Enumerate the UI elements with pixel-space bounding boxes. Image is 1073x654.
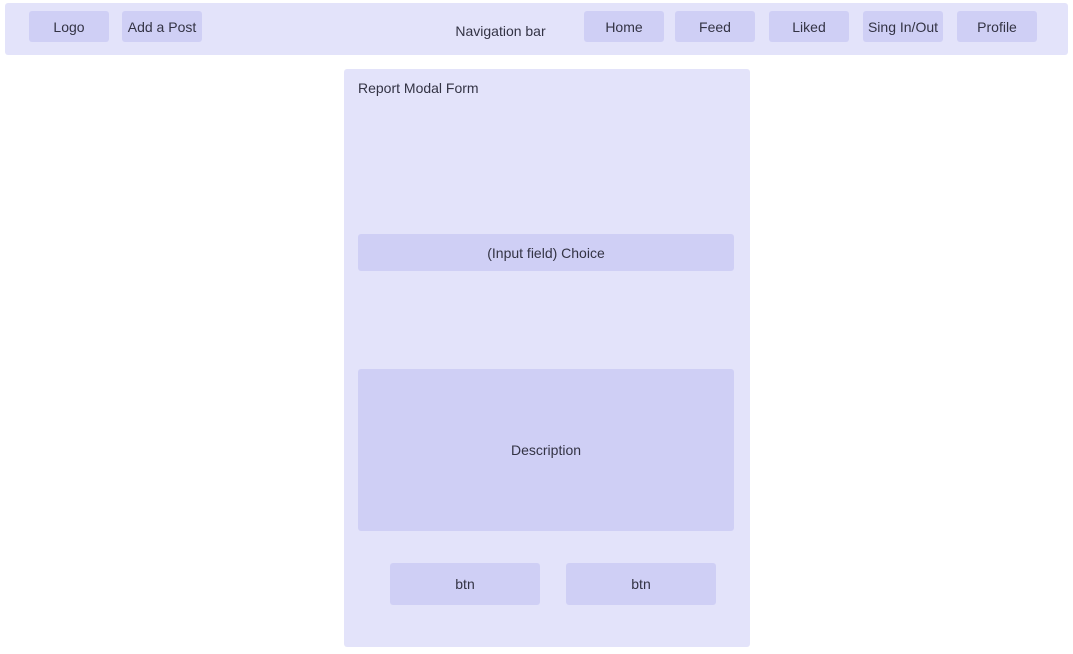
modal-title: Report Modal Form (358, 80, 479, 96)
choice-input-field[interactable]: (Input field) Choice (358, 234, 734, 271)
navigation-bar-label: Navigation bar (455, 23, 546, 39)
feed-button[interactable]: Feed (675, 11, 755, 42)
profile-button[interactable]: Profile (957, 11, 1037, 42)
home-button[interactable]: Home (584, 11, 664, 42)
logo-button[interactable]: Logo (29, 11, 109, 42)
navigation-bar: Logo Add a Post Navigation bar Home Feed… (5, 3, 1068, 55)
add-post-button[interactable]: Add a Post (122, 11, 202, 42)
sign-in-out-button[interactable]: Sing In/Out (863, 11, 943, 42)
modal-button-2[interactable]: btn (566, 563, 716, 605)
description-field[interactable]: Description (358, 369, 734, 531)
report-modal-form: Report Modal Form (Input field) Choice D… (344, 69, 750, 647)
modal-button-1[interactable]: btn (390, 563, 540, 605)
liked-button[interactable]: Liked (769, 11, 849, 42)
